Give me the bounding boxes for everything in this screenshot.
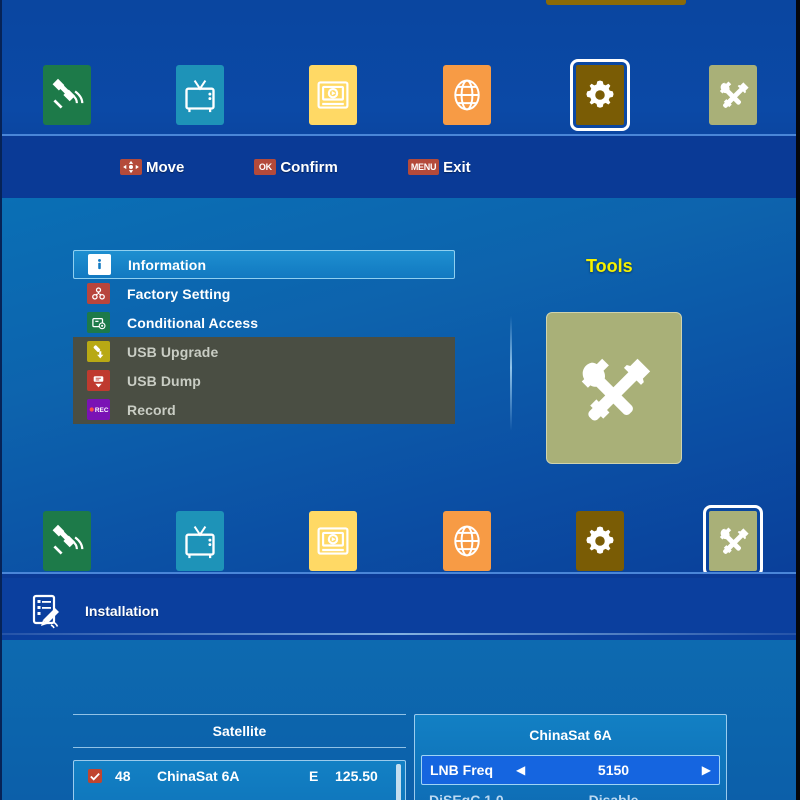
dpad-icon bbox=[120, 159, 142, 175]
satellite-name: ChinaSat 6A bbox=[157, 768, 240, 784]
gear-icon[interactable] bbox=[575, 511, 624, 571]
tools-menu-list[interactable]: Information Factory Setting Conditional … bbox=[73, 250, 455, 424]
satellite-direction: E bbox=[309, 768, 319, 784]
hint-confirm: OKConfirm bbox=[254, 159, 338, 176]
tv-icon[interactable] bbox=[175, 511, 224, 571]
menubar-cell-tv[interactable] bbox=[133, 58, 266, 132]
hint-move: Move bbox=[120, 159, 184, 176]
arrow-left-icon[interactable]: ◀ bbox=[516, 763, 525, 777]
config-value: 5150 bbox=[597, 762, 630, 778]
menubar-cell-tv[interactable] bbox=[133, 504, 266, 578]
menu-item-factory-setting[interactable]: Factory Setting bbox=[73, 279, 455, 308]
satellite-row[interactable]: 48 ChinaSat 6A E 125.50 bbox=[74, 761, 405, 791]
network-globe-icon[interactable] bbox=[442, 511, 491, 571]
menubar-cell-gear[interactable] bbox=[533, 504, 666, 578]
right-edge-border bbox=[796, 0, 800, 800]
satellite-panel: Satellite 48 ChinaSat 6A E 125.50 49Optus D2… bbox=[73, 714, 406, 800]
menu-item-label: Factory Setting bbox=[127, 285, 231, 302]
checkbox[interactable] bbox=[88, 769, 102, 783]
menu-item-information[interactable]: Information bbox=[73, 250, 455, 279]
config-label: LNB Freq bbox=[430, 762, 493, 778]
tools-preview-tile bbox=[546, 312, 682, 464]
conditional-access-icon bbox=[87, 312, 110, 333]
media-player-icon[interactable] bbox=[309, 511, 358, 571]
menubar-cell-gear[interactable] bbox=[533, 58, 666, 132]
info-icon bbox=[88, 254, 111, 275]
config-row-diseqc-1-0[interactable]: DiSEqC 1.0 Disable bbox=[421, 785, 720, 800]
menubar-cell-satellite[interactable] bbox=[0, 58, 133, 132]
satellite-icon[interactable] bbox=[42, 65, 91, 125]
menu-item-usb-dump[interactable]: USB Dump bbox=[73, 366, 455, 395]
cropped-selection-highlight bbox=[546, 0, 686, 5]
installation-header: Installation bbox=[0, 578, 800, 640]
menubar-icon-row-bottom bbox=[0, 504, 800, 578]
hint-label: Move bbox=[146, 158, 185, 176]
menu-item-label: Conditional Access bbox=[127, 314, 259, 331]
menubar-cell-tools[interactable] bbox=[667, 504, 800, 578]
installation-body: Satellite 48 ChinaSat 6A E 125.50 49Optus D2… bbox=[0, 640, 800, 800]
menubar-cell-media-player[interactable] bbox=[267, 58, 400, 132]
satellite-panel-header: Satellite bbox=[73, 714, 406, 748]
menubar-icon-row-top bbox=[0, 58, 800, 132]
satellite-list[interactable]: 48 ChinaSat 6A E 125.50 49Optus D2E152.00 bbox=[73, 760, 406, 800]
installation-title: Installation bbox=[85, 603, 159, 619]
tools-panel-title: Tools bbox=[586, 256, 633, 276]
satellite-icon[interactable] bbox=[42, 511, 91, 571]
device-screen: Move OK Confirm MENU Exit Information Factor… bbox=[0, 0, 800, 800]
satellite-position: 125.50 bbox=[335, 768, 378, 784]
usb-upgrade-icon bbox=[87, 341, 110, 362]
gear-icon[interactable] bbox=[569, 59, 630, 131]
scrollbar-thumb[interactable] bbox=[396, 764, 401, 800]
hint-bar-top: Move OK Confirm MENU Exit bbox=[0, 134, 800, 198]
config-panel-header: ChinaSat 6A bbox=[529, 727, 612, 743]
header-underline bbox=[0, 633, 800, 635]
satellite-config-panel: ChinaSat 6A LNB Freq ◀ 5150 ▶ DiSEqC 1.0 Disa… bbox=[414, 714, 727, 800]
key-badge-ok: OK bbox=[254, 159, 277, 175]
menubar-cell-satellite[interactable] bbox=[0, 504, 133, 578]
tools-icon[interactable] bbox=[709, 65, 758, 125]
tv-icon[interactable] bbox=[175, 65, 224, 125]
hint-exit: MENUExit bbox=[407, 158, 471, 176]
menu-item-record[interactable]: REC Record bbox=[73, 395, 455, 424]
vertical-divider bbox=[510, 316, 512, 431]
menu-item-label: Record bbox=[127, 401, 176, 418]
menubar-cell-network-globe[interactable] bbox=[400, 58, 533, 132]
config-value: Disable bbox=[588, 792, 639, 800]
network-globe-icon[interactable] bbox=[442, 65, 491, 125]
media-player-icon[interactable] bbox=[309, 65, 358, 125]
hint-label: Exit bbox=[443, 158, 471, 176]
menu-item-label: Information bbox=[128, 256, 207, 273]
satellite-row[interactable]: 49Optus D2E152.00 bbox=[74, 791, 405, 800]
installation-screen: Installation Satellite 48 ChinaSat 6A E 125… bbox=[0, 578, 800, 800]
menubar-cell-tools[interactable] bbox=[667, 58, 800, 132]
config-label: DiSEqC 1.0 bbox=[429, 792, 504, 800]
menu-item-label: USB Upgrade bbox=[127, 343, 219, 360]
svg-text:REC: REC bbox=[95, 407, 109, 414]
usb-dump-icon bbox=[87, 370, 110, 391]
config-row-lnb-freq[interactable]: LNB Freq ◀ 5150 ▶ bbox=[421, 755, 720, 785]
arrow-right-icon[interactable]: ▶ bbox=[702, 763, 711, 777]
factory-setting-icon bbox=[87, 283, 110, 304]
menubar-cell-network-globe[interactable] bbox=[400, 504, 533, 578]
menu-item-label: USB Dump bbox=[127, 372, 201, 389]
top-menubar-screen: Move OK Confirm MENU Exit bbox=[0, 0, 800, 198]
menu-item-usb-upgrade[interactable]: USB Upgrade bbox=[73, 337, 455, 366]
left-edge-border bbox=[0, 0, 2, 800]
menubar-cell-media-player[interactable] bbox=[267, 504, 400, 578]
installation-icon bbox=[26, 592, 66, 632]
hint-label: Confirm bbox=[280, 158, 338, 176]
satellite-number: 48 bbox=[115, 768, 131, 784]
tools-icon[interactable] bbox=[703, 505, 764, 577]
record-icon: REC bbox=[87, 399, 110, 420]
key-badge-menu: MENU bbox=[407, 159, 440, 175]
menu-item-conditional-access[interactable]: Conditional Access bbox=[73, 308, 455, 337]
tools-screen: Information Factory Setting Conditional … bbox=[0, 198, 800, 636]
